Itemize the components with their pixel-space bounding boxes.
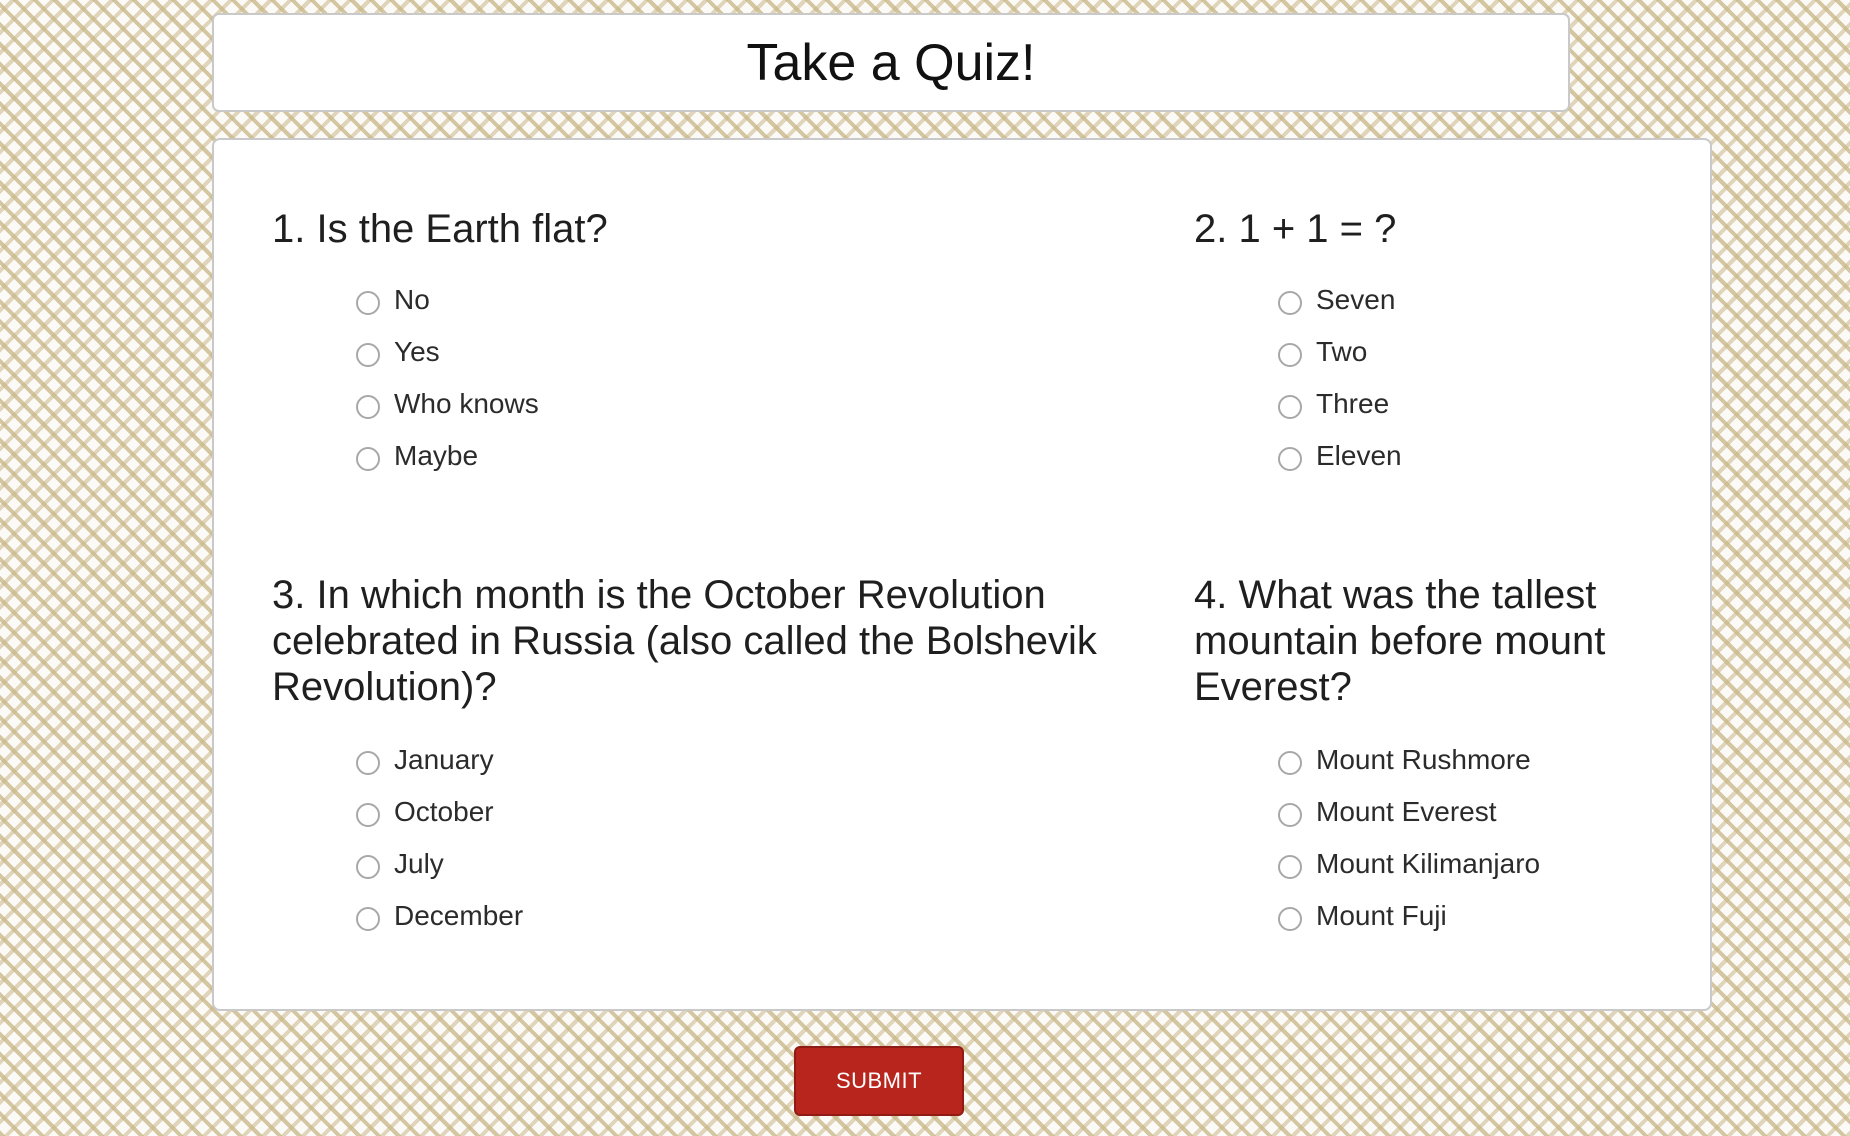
quiz-header: Take a Quiz! bbox=[212, 13, 1570, 112]
question-3-option-july[interactable]: July bbox=[356, 838, 1152, 890]
question-3-option-october[interactable]: October bbox=[356, 786, 1152, 838]
radio-button[interactable] bbox=[1278, 907, 1302, 931]
page-title: Take a Quiz! bbox=[746, 33, 1036, 92]
question-1-option-who-knows[interactable]: Who knows bbox=[356, 378, 1092, 430]
question-2-option-two[interactable]: Two bbox=[1278, 326, 1664, 378]
question-3-text: 3. In which month is the October Revolut… bbox=[272, 573, 1097, 709]
question-1-options: No Yes Who knows Maybe bbox=[356, 274, 1092, 482]
option-label: Three bbox=[1316, 388, 1390, 419]
radio-button[interactable] bbox=[1278, 447, 1302, 471]
question-2-text: 2. 1 + 1 = ? bbox=[1194, 207, 1397, 251]
question-4-option-mount-fuji[interactable]: Mount Fuji bbox=[1278, 890, 1664, 942]
question-2-option-three[interactable]: Three bbox=[1278, 378, 1664, 430]
question-1-text: 1. Is the Earth flat? bbox=[272, 207, 608, 251]
option-label: No bbox=[394, 284, 430, 315]
question-2-options: Seven Two Three Eleven bbox=[1278, 274, 1664, 482]
question-1-option-no[interactable]: No bbox=[356, 274, 1092, 326]
radio-button[interactable] bbox=[356, 803, 380, 827]
option-label: July bbox=[394, 848, 444, 879]
radio-button[interactable] bbox=[1278, 395, 1302, 419]
question-3-option-january[interactable]: January bbox=[356, 734, 1152, 786]
radio-button[interactable] bbox=[356, 343, 380, 367]
question-4-text: 4. What was the tallest mountain before … bbox=[1194, 573, 1606, 709]
question-1-option-yes[interactable]: Yes bbox=[356, 326, 1092, 378]
question-1-option-maybe[interactable]: Maybe bbox=[356, 430, 1092, 482]
radio-button[interactable] bbox=[356, 447, 380, 471]
radio-button[interactable] bbox=[356, 751, 380, 775]
radio-button[interactable] bbox=[1278, 855, 1302, 879]
option-label: Yes bbox=[394, 336, 440, 367]
option-label: December bbox=[394, 900, 524, 931]
question-4-option-mount-everest[interactable]: Mount Everest bbox=[1278, 786, 1664, 838]
option-label: Mount Fuji bbox=[1316, 900, 1447, 931]
option-label: Mount Rushmore bbox=[1316, 744, 1531, 775]
question-4-option-mount-kilimanjaro[interactable]: Mount Kilimanjaro bbox=[1278, 838, 1664, 890]
option-label: Seven bbox=[1316, 284, 1396, 315]
radio-button[interactable] bbox=[356, 291, 380, 315]
radio-button[interactable] bbox=[1278, 803, 1302, 827]
option-label: Who knows bbox=[394, 388, 539, 419]
question-4: 4. What was the tallest mountain before … bbox=[1194, 572, 1664, 942]
radio-button[interactable] bbox=[356, 395, 380, 419]
question-1: 1. Is the Earth flat? No Yes Who knows M… bbox=[272, 206, 1092, 482]
quiz-card: 1. Is the Earth flat? No Yes Who knows M… bbox=[212, 138, 1712, 1011]
option-label: Mount Everest bbox=[1316, 796, 1497, 827]
option-label: October bbox=[394, 796, 494, 827]
question-3: 3. In which month is the October Revolut… bbox=[272, 572, 1152, 942]
question-3-option-december[interactable]: December bbox=[356, 890, 1152, 942]
question-2: 2. 1 + 1 = ? Seven Two Three Eleven bbox=[1194, 206, 1664, 482]
question-3-options: January October July December bbox=[356, 734, 1152, 942]
option-label: January bbox=[394, 744, 494, 775]
option-label: Mount Kilimanjaro bbox=[1316, 848, 1541, 879]
question-2-option-seven[interactable]: Seven bbox=[1278, 274, 1664, 326]
question-2-option-eleven[interactable]: Eleven bbox=[1278, 430, 1664, 482]
option-label: Two bbox=[1316, 336, 1368, 367]
radio-button[interactable] bbox=[1278, 291, 1302, 315]
radio-button[interactable] bbox=[1278, 751, 1302, 775]
question-4-options: Mount Rushmore Mount Everest Mount Kilim… bbox=[1278, 734, 1664, 942]
option-label: Maybe bbox=[394, 440, 479, 471]
submit-button[interactable]: SUBMIT bbox=[794, 1046, 964, 1116]
radio-button[interactable] bbox=[1278, 343, 1302, 367]
radio-button[interactable] bbox=[356, 855, 380, 879]
radio-button[interactable] bbox=[356, 907, 380, 931]
option-label: Eleven bbox=[1316, 440, 1402, 471]
question-4-option-mount-rushmore[interactable]: Mount Rushmore bbox=[1278, 734, 1664, 786]
